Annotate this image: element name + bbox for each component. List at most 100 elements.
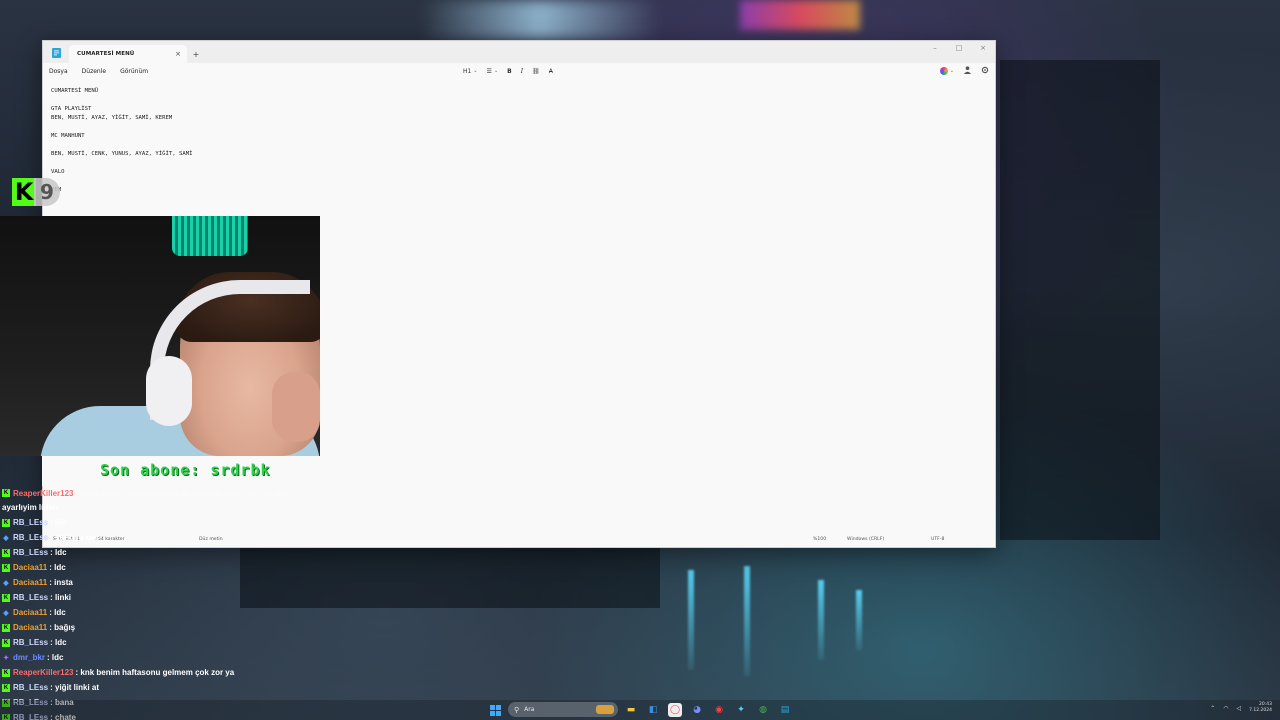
chat-text: : sunucu nec xyxy=(50,533,100,542)
network-icon[interactable]: ◠ xyxy=(1223,705,1228,712)
chevron-up-icon[interactable]: ⌃ xyxy=(1210,705,1215,712)
chat-username: RB_LEss xyxy=(13,548,49,557)
chat-text: : ldc xyxy=(47,653,64,662)
link-icon[interactable]: ⛓ xyxy=(532,68,540,75)
webcam-hand xyxy=(272,372,320,442)
chrome-icon[interactable]: ◍ xyxy=(756,703,770,717)
chat-message: ◆ RB_LEss : sunucu nec xyxy=(0,530,330,545)
chat-message: ✦ dmr_bkr : ldc xyxy=(0,650,330,665)
chat-username: RB_LEss xyxy=(13,533,49,542)
steam-icon[interactable]: ✦ xyxy=(734,703,748,717)
wallpaper-light-pillar xyxy=(688,570,694,670)
chat-message: ◆ Daciaa11 : ldc xyxy=(0,605,330,620)
new-tab-button[interactable]: + xyxy=(187,45,205,63)
chat-text: ayarlıyim lüfen xyxy=(2,503,59,512)
chat-text: : bağış xyxy=(49,623,76,632)
menu-view[interactable]: Görünüm xyxy=(120,68,148,75)
clear-format-icon[interactable]: A̶ xyxy=(549,68,553,75)
kick-logo: K 9 xyxy=(12,176,64,208)
chat-message: K RB_LEss : ldc xyxy=(0,545,330,560)
line-ending[interactable]: Windows (CRLF) xyxy=(847,537,884,542)
zoom-level[interactable]: %100 xyxy=(813,537,826,542)
format-toolbar: H1 ⌄ ☰ ⌄ B I ⛓ A̶ xyxy=(463,63,553,79)
encoding[interactable]: UTF-8 xyxy=(931,537,944,542)
heading-label: H1 xyxy=(463,67,472,75)
webcam-headset-earcup xyxy=(146,356,192,426)
wallpaper-light-pillar xyxy=(818,580,824,660)
kick-badge-icon: K xyxy=(2,563,10,572)
menu-bar: Dosya Düzenle Görünüm H1 ⌄ ☰ ⌄ B I ⛓ A̶ ⌄ xyxy=(43,63,995,79)
chat-message: K Daciaa11 : ldc xyxy=(0,560,330,575)
chevron-down-icon: ⌄ xyxy=(473,68,478,74)
menu-edit[interactable]: Düzenle xyxy=(82,68,106,75)
volume-icon[interactable]: ◁ xyxy=(1236,705,1241,712)
editor-line: BEN, MUSTİ, CENK, YUNUS, AYAZ, YİĞİT, SA… xyxy=(51,151,193,157)
chat-username: dmr_bkr xyxy=(13,653,46,662)
chat-message: K RB_LEss : ldc xyxy=(0,635,330,650)
list-dropdown[interactable]: ☰ ⌄ xyxy=(487,68,499,75)
document-tab[interactable]: CUMARTESİ MENÜ × xyxy=(69,45,187,63)
chat-message: ayarlıyim lüfen xyxy=(0,500,330,515)
minimize-button[interactable]: – xyxy=(923,41,947,55)
chat-username: RB_LEss xyxy=(13,593,49,602)
chat-message: K RB_LEss : linki xyxy=(0,590,330,605)
menu-file[interactable]: Dosya xyxy=(49,68,68,75)
chat-username: RB_LEss xyxy=(13,518,49,527)
settings-gear-icon[interactable] xyxy=(981,66,989,76)
chat-text: : ldc xyxy=(49,608,66,617)
maximize-button[interactable]: □ xyxy=(947,41,971,55)
editor-line: BEN, MUSTİ, AYAZ, YİĞİT, SAMİ, KEREM xyxy=(51,115,173,121)
taskbar: ⚲ Ara ▬ ◧ ◯ ◕ ◉ ✦ ◍ ▤ ⌃ ◠ ◁ 20:43 7.12.2… xyxy=(0,700,1280,720)
diamond-badge-icon: ◆ xyxy=(3,579,9,587)
chat-message: ◆ Daciaa11 : insta xyxy=(0,575,330,590)
chat-message: K Daciaa11 : bağış xyxy=(0,620,330,635)
clock[interactable]: 20:43 7.12.2024 xyxy=(1249,702,1272,714)
chat-username: Daciaa11 xyxy=(13,608,48,617)
chat-username: RB_LEss xyxy=(13,683,49,692)
wallpaper-light-pillar xyxy=(744,566,750,676)
bold-button[interactable]: B xyxy=(507,68,512,75)
italic-button[interactable]: I xyxy=(521,68,523,75)
heading-dropdown[interactable]: H1 ⌄ xyxy=(463,68,478,75)
chat-username: ReaperKiller123 xyxy=(13,488,74,498)
discord-icon[interactable]: ◕ xyxy=(690,703,704,717)
file-explorer-icon[interactable]: ▬ xyxy=(624,703,638,717)
account-icon[interactable] xyxy=(964,66,971,76)
kick-badge-icon: K xyxy=(2,489,10,497)
title-bar: CUMARTESİ MENÜ × + – □ × xyxy=(43,41,995,63)
taskbar-search[interactable]: ⚲ Ara xyxy=(508,702,618,717)
chat-message: K ReaperKiller123 : knk benim haftasonu g… xyxy=(0,665,330,680)
chat-username: Daciaa11 xyxy=(13,623,48,632)
kick-badge-icon: K xyxy=(2,518,10,527)
window-controls: – □ × xyxy=(923,41,995,55)
wallpaper-light xyxy=(420,0,660,40)
opera-icon[interactable]: ◯ xyxy=(668,703,682,717)
kick-count-badge: 9 xyxy=(34,178,60,206)
close-tab-icon[interactable]: × xyxy=(175,50,181,58)
text-editor[interactable]: CUMARTESİ MENÜ GTA PLAYLİST BEN, MUSTİ, … xyxy=(51,87,987,195)
chat-text: : ldc xyxy=(50,638,67,647)
system-tray: ⌃ ◠ ◁ 20:43 7.12.2024 xyxy=(1210,702,1272,714)
kick-badge-icon: K xyxy=(2,668,10,677)
outlook-icon[interactable]: ◧ xyxy=(646,703,660,717)
chat-text: : ldc xyxy=(49,563,66,572)
copilot-icon xyxy=(939,67,948,75)
copilot-button[interactable]: ⌄ xyxy=(939,67,954,75)
start-button[interactable] xyxy=(488,703,502,717)
notepad-taskbar-icon[interactable]: ▤ xyxy=(778,703,792,717)
chat-text: : hafta sonu yapmazsa rafa da koyarım am… xyxy=(75,488,288,498)
clock-date: 7.12.2024 xyxy=(1249,708,1272,713)
chat-text: : insta xyxy=(49,578,73,587)
chat-text: : knk benim haftasonu gelmem çok zor ya xyxy=(75,668,235,677)
chat-text: : yiğit linki at xyxy=(50,683,100,692)
close-button[interactable]: × xyxy=(971,41,995,55)
star-badge-icon: ✦ xyxy=(3,654,9,662)
chevron-down-icon: ⌄ xyxy=(949,68,954,74)
obs-icon[interactable]: ◉ xyxy=(712,703,726,717)
kick-badge-icon: K xyxy=(2,548,10,557)
kick-badge-icon: K xyxy=(2,593,10,602)
list-icon: ☰ xyxy=(486,67,492,75)
chat-text: : lifc xyxy=(50,518,67,527)
